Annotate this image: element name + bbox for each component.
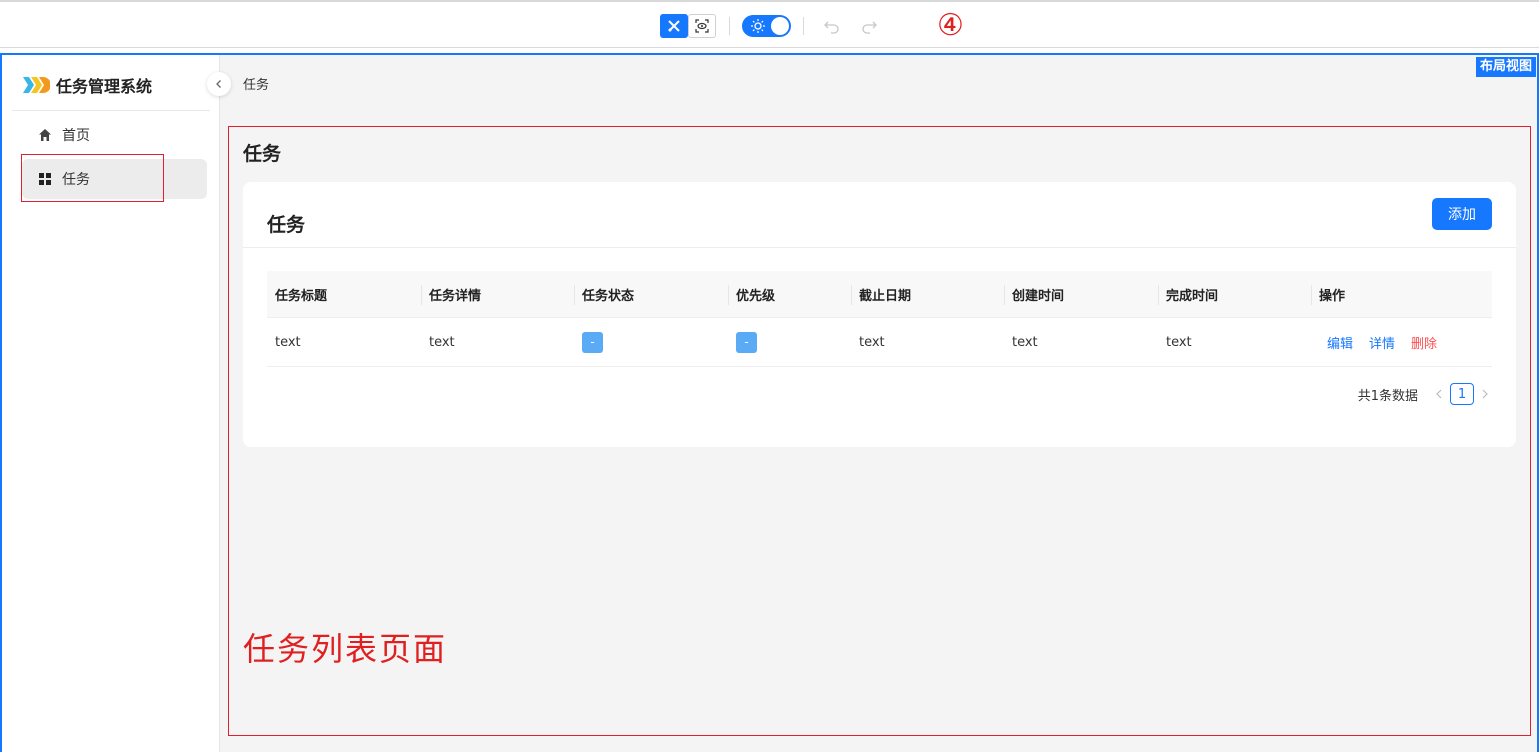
status-badge: -: [582, 331, 603, 353]
chevron-left-icon: [1436, 389, 1442, 399]
app-logo: 任务管理系统: [22, 73, 152, 97]
toolbar-divider: [803, 17, 804, 35]
collapse-sidebar-button[interactable]: [207, 72, 231, 96]
toggle-knob: [771, 17, 789, 35]
sidebar-divider: [12, 110, 210, 111]
cell-created: text: [1012, 334, 1038, 350]
page-title: 任务: [243, 143, 282, 165]
redo-button[interactable]: [855, 14, 883, 38]
detail-link[interactable]: 详情: [1369, 333, 1395, 352]
design-tools-icon: [668, 20, 680, 32]
column-header-deadline[interactable]: 截止日期: [851, 271, 1004, 317]
cell-status: -: [574, 318, 728, 366]
column-header-title[interactable]: 任务标题: [267, 271, 421, 317]
page-number[interactable]: 1: [1450, 383, 1474, 405]
app-title: 任务管理系统: [56, 77, 153, 96]
card-divider: [243, 247, 1516, 248]
next-page-button[interactable]: [1478, 383, 1492, 405]
priority-badge: -: [736, 331, 757, 353]
task-table: 任务标题 任务详情 任务状态 优先级 截止日期 创建时间 完成时间 操作 tex…: [267, 271, 1492, 367]
designer-toolbar: ④: [0, 0, 1539, 48]
app-logo-icon: [23, 77, 50, 93]
annotation-label: 任务列表页面: [243, 630, 448, 668]
cell-completed: text: [1166, 334, 1192, 350]
home-icon: [38, 128, 52, 142]
cell-title: text: [275, 334, 301, 350]
delete-link[interactable]: 删除: [1411, 333, 1437, 352]
edit-link[interactable]: 编辑: [1327, 333, 1353, 352]
pagination-total: 共1条数据: [1357, 388, 1418, 404]
undo-icon: [824, 21, 839, 34]
sidebar-item-label: 首页: [62, 128, 90, 144]
design-mode-button[interactable]: [660, 14, 688, 38]
sidebar-item-home[interactable]: 首页: [22, 115, 207, 155]
chevron-left-icon: [216, 80, 221, 88]
layout-view-badge[interactable]: 布局视图: [1475, 57, 1536, 77]
card-title: 任务: [267, 214, 306, 236]
task-card: 任务 添加 任务标题 任务详情 任务状态 优先级 截止日期 创建时间 完成时间 …: [243, 182, 1516, 447]
table-row[interactable]: text text - - text text text 编辑 详情 删除: [267, 318, 1492, 367]
column-header-actions: 操作: [1311, 271, 1492, 317]
sun-icon: [751, 19, 765, 33]
chevron-right-icon: [1482, 389, 1488, 399]
redo-icon: [862, 21, 877, 34]
step-marker: ④: [937, 8, 964, 43]
breadcrumb: 任务: [243, 78, 270, 93]
column-header-status[interactable]: 任务状态: [574, 271, 728, 317]
toolbar-divider: [729, 17, 730, 35]
column-header-created[interactable]: 创建时间: [1004, 271, 1158, 317]
table-header: 任务标题 任务详情 任务状态 优先级 截止日期 创建时间 完成时间 操作: [267, 271, 1492, 318]
undo-button[interactable]: [818, 14, 846, 38]
preview-eye-icon: [695, 19, 709, 33]
column-header-priority[interactable]: 优先级: [728, 271, 851, 317]
column-header-detail[interactable]: 任务详情: [421, 271, 574, 317]
preview-button[interactable]: [688, 14, 716, 38]
cell-actions: 编辑 详情 删除: [1311, 318, 1492, 366]
theme-toggle[interactable]: [742, 15, 791, 37]
cell-priority: -: [728, 318, 851, 366]
prev-page-button[interactable]: [1432, 383, 1446, 405]
cell-detail: text: [429, 334, 455, 350]
column-header-completed[interactable]: 完成时间: [1158, 271, 1311, 317]
highlight-box-menu: [21, 154, 164, 202]
pagination: 共1条数据 1: [1358, 383, 1492, 405]
cell-deadline: text: [859, 334, 885, 350]
add-button[interactable]: 添加: [1432, 198, 1492, 230]
